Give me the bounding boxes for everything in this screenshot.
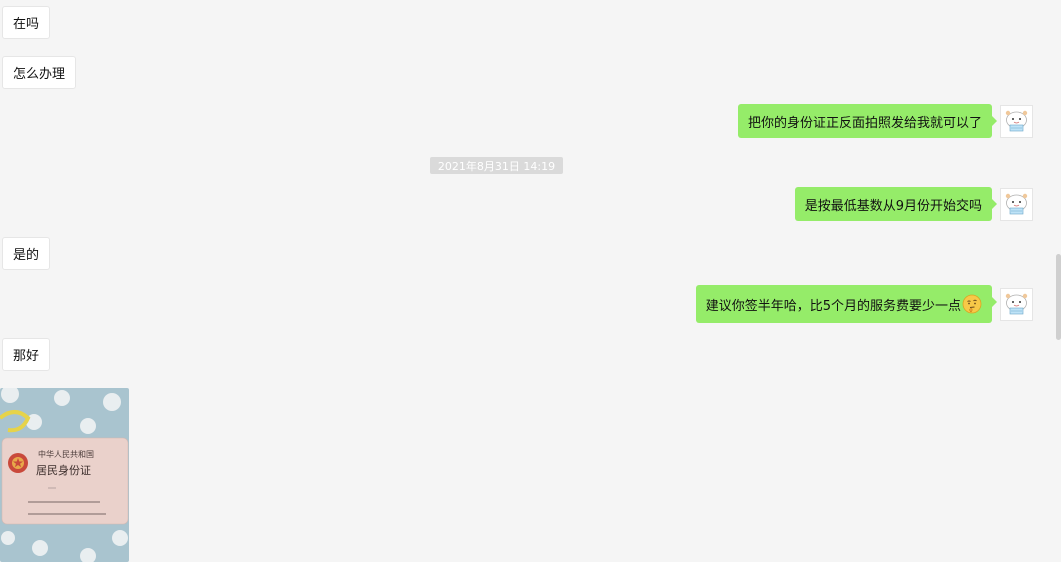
message-bubble-received[interactable]: 怎么办理	[2, 56, 77, 89]
timestamp-badge: 2021年8月31日 14:19	[430, 157, 563, 174]
message-text: 是按最低基数从9月份开始交吗	[804, 198, 982, 214]
message-text: 怎么办理	[13, 67, 66, 82]
message-text: 建议你签半年哈，比5个月的服务费要少一点	[705, 298, 961, 314]
message-bubble-received[interactable]: 在吗	[2, 6, 51, 39]
message-bubble-received[interactable]: 是的	[2, 237, 51, 270]
cartoon-cat-avatar-icon	[1001, 189, 1032, 220]
message-bubble-sent[interactable]: 是按最低基数从9月份开始交吗	[794, 187, 998, 221]
message-text: 那好	[13, 349, 40, 364]
id-card-line2: 居民身份证	[36, 463, 91, 477]
cartoon-cat-avatar-icon	[1001, 289, 1032, 320]
scrollbar-thumb[interactable]	[1056, 254, 1061, 340]
avatar[interactable]	[1000, 288, 1033, 321]
message-bubble-sent[interactable]: 建议你签半年哈，比5个月的服务费要少一点	[695, 285, 998, 323]
message-bubble-received[interactable]: 那好	[2, 338, 51, 371]
avatar[interactable]	[1000, 105, 1033, 138]
id-card-photo-image: 中华人民共和国 居民身份证	[0, 388, 129, 562]
message-text: 在吗	[13, 17, 40, 32]
cartoon-cat-avatar-icon	[1001, 106, 1032, 137]
message-bubble-sent[interactable]: 把你的身份证正反面拍照发给我就可以了	[737, 104, 998, 138]
avatar[interactable]	[1000, 188, 1033, 221]
thinking-face-icon	[962, 294, 982, 314]
id-card-line1: 中华人民共和国	[38, 449, 94, 459]
message-text: 是的	[13, 248, 40, 263]
message-text: 把你的身份证正反面拍照发给我就可以了	[747, 115, 982, 131]
id-card-photo[interactable]: 中华人民共和国 居民身份证	[0, 388, 129, 562]
